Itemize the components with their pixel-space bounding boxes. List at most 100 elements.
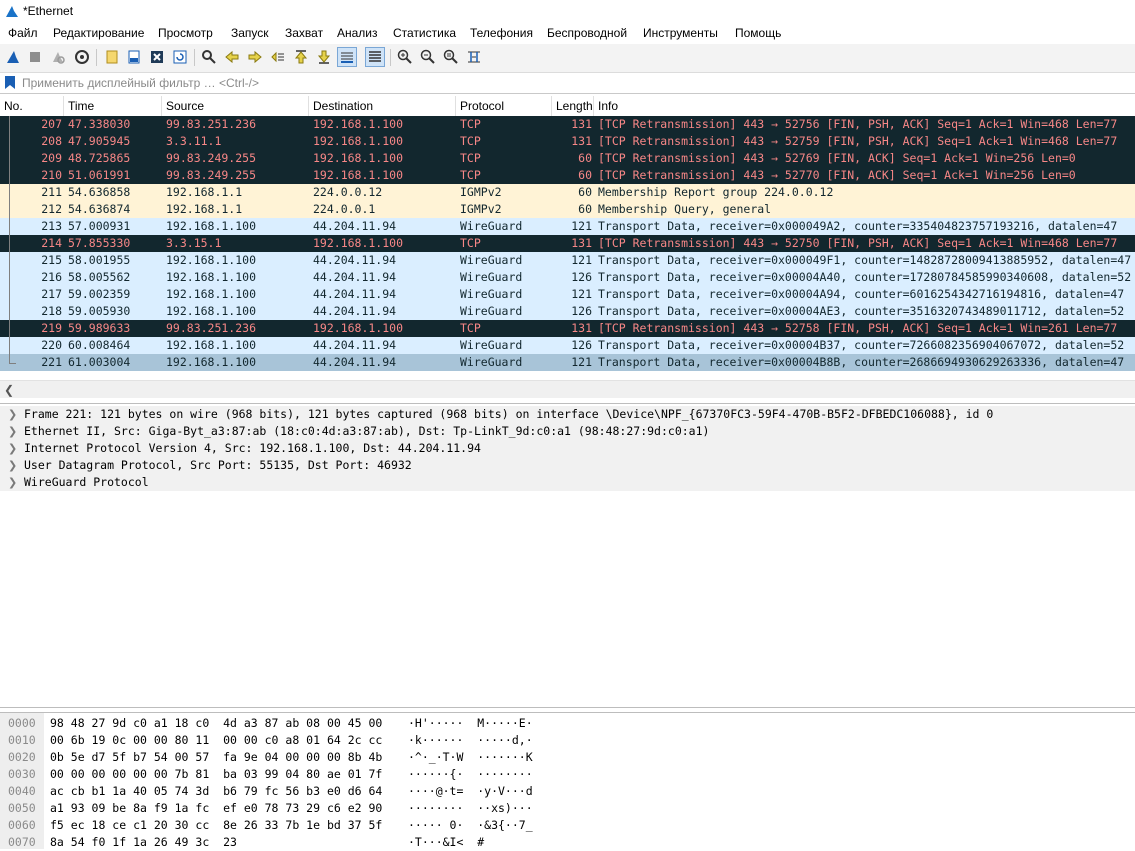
menu-tools[interactable]: Инструменты: [643, 26, 718, 40]
cell-len: 126: [571, 304, 592, 318]
bytes-ascii[interactable]: ·k······ ·····d,·: [408, 732, 533, 749]
menu-capture[interactable]: Захват: [285, 26, 323, 40]
autoscroll-icon[interactable]: [337, 47, 357, 67]
cell-proto: WireGuard: [460, 253, 523, 267]
go-forward-icon[interactable]: [245, 47, 265, 67]
column-header-protocol[interactable]: Protocol: [456, 96, 552, 116]
bytes-offset[interactable]: 0010: [8, 732, 36, 749]
bytes-ascii[interactable]: ······{· ········: [408, 766, 533, 783]
packet-row[interactable]: 211 54.636858 192.168.1.1 224.0.0.12 IGMPv2 6…: [0, 184, 1135, 201]
find-packet-icon[interactable]: [199, 47, 219, 67]
column-header-destination[interactable]: Destination: [309, 96, 456, 116]
packet-row[interactable]: 216 58.005562 192.168.1.100 44.204.11.94 Wir…: [0, 269, 1135, 286]
chevron-right-icon[interactable]: ❯: [8, 440, 17, 457]
display-filter-input[interactable]: [20, 74, 1134, 91]
packet-row[interactable]: 213 57.000931 192.168.1.100 44.204.11.94 Wir…: [0, 218, 1135, 235]
bookmark-icon[interactable]: [4, 75, 16, 90]
go-to-packet-icon[interactable]: [268, 47, 288, 67]
cell-proto: WireGuard: [460, 219, 523, 233]
capture-options-icon[interactable]: [72, 47, 92, 67]
bytes-hex[interactable]: ac cb b1 1a 40 05 74 3d b6 79 fc 56 b3 e…: [50, 783, 382, 800]
packet-row[interactable]: 212 54.636874 192.168.1.1 224.0.0.1 IGMPv2 60…: [0, 201, 1135, 218]
cell-dst: 192.168.1.100: [313, 236, 404, 250]
bytes-offset[interactable]: 0050: [8, 800, 36, 817]
bytes-hex[interactable]: 8a 54 f0 1f 1a 26 49 3c 23: [50, 834, 237, 851]
detail-ipv4[interactable]: ❯ Internet Protocol Version 4, Src: 192.1…: [0, 440, 1135, 457]
detail-ethernet[interactable]: ❯ Ethernet II, Src: Giga-Byt_a3:87:ab (18…: [0, 423, 1135, 440]
packet-row[interactable]: 210 51.061991 99.83.249.255 192.168.1.100 TC…: [0, 167, 1135, 184]
packet-row[interactable]: 214 57.855330 3.3.15.1 192.168.1.100 TCP 131 […: [0, 235, 1135, 252]
menu-wireless[interactable]: Беспроводной: [547, 26, 627, 40]
menu-go[interactable]: Запуск: [231, 26, 269, 40]
menu-file[interactable]: Файл: [8, 26, 38, 40]
bytes-hex[interactable]: 00 00 00 00 00 00 7b 81 ba 03 99 04 80 a…: [50, 766, 382, 783]
bytes-ascii[interactable]: ·^·_·T·W ·······K: [408, 749, 533, 766]
close-file-icon[interactable]: [147, 47, 167, 67]
column-header-length[interactable]: Length: [552, 96, 594, 116]
stop-icon[interactable]: [25, 47, 45, 67]
bytes-ascii[interactable]: ·H'····· M·····E·: [408, 715, 533, 732]
menu-edit[interactable]: Редактирование: [53, 26, 144, 40]
bytes-offset[interactable]: 0070: [8, 834, 36, 851]
chevron-right-icon[interactable]: ❯: [8, 457, 17, 474]
menu-help[interactable]: Помощь: [735, 26, 781, 40]
zoom-reset-icon[interactable]: [441, 47, 461, 67]
chevron-right-icon[interactable]: ❯: [8, 423, 17, 440]
chevron-right-icon[interactable]: ❯: [8, 474, 17, 491]
packet-row[interactable]: 217 59.002359 192.168.1.100 44.204.11.94 Wir…: [0, 286, 1135, 303]
zoom-out-icon[interactable]: [418, 47, 438, 67]
packet-row[interactable]: 218 59.005930 192.168.1.100 44.204.11.94 Wir…: [0, 303, 1135, 320]
go-last-icon[interactable]: [314, 47, 334, 67]
restart-icon[interactable]: [48, 47, 68, 67]
chevron-right-icon[interactable]: ❯: [8, 406, 17, 423]
cell-src: 192.168.1.100: [166, 253, 257, 267]
bytes-ascii[interactable]: ·T···&I< #: [408, 834, 484, 851]
packet-row[interactable]: 209 48.725865 99.83.249.255 192.168.1.100 TC…: [0, 150, 1135, 167]
packet-list-hscrollbar[interactable]: ❮: [0, 380, 1135, 398]
bytes-offset[interactable]: 0000: [8, 715, 36, 732]
bytes-hex[interactable]: 00 6b 19 0c 00 00 80 11 00 00 c0 a8 01 6…: [50, 732, 382, 749]
shark-fin-start-icon[interactable]: [3, 47, 23, 67]
bytes-offset[interactable]: 0040: [8, 783, 36, 800]
bytes-hex[interactable]: 0b 5e d7 5f b7 54 00 57 fa 9e 04 00 00 0…: [50, 749, 382, 766]
cell-time: 54.636874: [68, 202, 131, 216]
packet-row[interactable]: 221 61.003004 192.168.1.100 44.204.11.94 Wir…: [0, 354, 1135, 371]
colorize-icon[interactable]: [365, 47, 385, 67]
bytes-offset[interactable]: 0030: [8, 766, 36, 783]
bytes-ascii[interactable]: ········ ··xs)···: [408, 800, 533, 817]
column-header-no[interactable]: No.: [0, 96, 64, 116]
packet-row[interactable]: 215 58.001955 192.168.1.100 44.204.11.94 Wir…: [0, 252, 1135, 269]
open-file-icon[interactable]: [102, 47, 122, 67]
save-file-icon[interactable]: [124, 47, 144, 67]
zoom-in-icon[interactable]: [395, 47, 415, 67]
bytes-hex[interactable]: f5 ec 18 ce c1 20 30 cc 8e 26 33 7b 1e b…: [50, 817, 382, 834]
menu-statistics[interactable]: Статистика: [393, 26, 456, 40]
detail-udp[interactable]: ❯ User Datagram Protocol, Src Port: 55135…: [0, 457, 1135, 474]
bytes-hex[interactable]: 98 48 27 9d c0 a1 18 c0 4d a3 87 ab 08 0…: [50, 715, 382, 732]
packet-row[interactable]: 208 47.905945 3.3.11.1 192.168.1.100 TCP 131 […: [0, 133, 1135, 150]
scroll-left-icon[interactable]: ❮: [4, 383, 14, 397]
column-header-time[interactable]: Time: [64, 96, 162, 116]
packet-row[interactable]: 207 47.338030 99.83.251.236 192.168.1.100 TC…: [0, 116, 1135, 133]
menu-telephony[interactable]: Телефония: [470, 26, 533, 40]
column-header-source[interactable]: Source: [162, 96, 309, 116]
bytes-offset[interactable]: 0060: [8, 817, 36, 834]
bytes-ascii[interactable]: ····@·t= ·y·V···d: [408, 783, 533, 800]
resize-columns-icon[interactable]: [464, 47, 484, 67]
menu-analyze[interactable]: Анализ: [337, 26, 378, 40]
go-first-icon[interactable]: [291, 47, 311, 67]
detail-wireguard[interactable]: ❯ WireGuard Protocol: [0, 474, 1135, 491]
packet-row[interactable]: 220 60.008464 192.168.1.100 44.204.11.94 Wir…: [0, 337, 1135, 354]
bytes-offset[interactable]: 0020: [8, 749, 36, 766]
packet-row[interactable]: 219 59.989633 99.83.251.236 192.168.1.100 TC…: [0, 320, 1135, 337]
cell-src: 192.168.1.100: [166, 287, 257, 301]
menu-view[interactable]: Просмотр: [158, 26, 213, 40]
reload-icon[interactable]: [170, 47, 190, 67]
detail-frame[interactable]: ❯ Frame 221: 121 bytes on wire (968 bits)…: [0, 406, 1135, 423]
bytes-hex[interactable]: a1 93 09 be 8a f9 1a fc ef e0 78 73 29 c…: [50, 800, 382, 817]
cell-len: 131: [571, 236, 592, 250]
bytes-ascii[interactable]: ····· 0· ·&3{··7_: [408, 817, 533, 834]
column-header-info[interactable]: Info: [594, 96, 1135, 116]
cell-src: 99.83.251.236: [166, 117, 257, 131]
go-back-icon[interactable]: [222, 47, 242, 67]
